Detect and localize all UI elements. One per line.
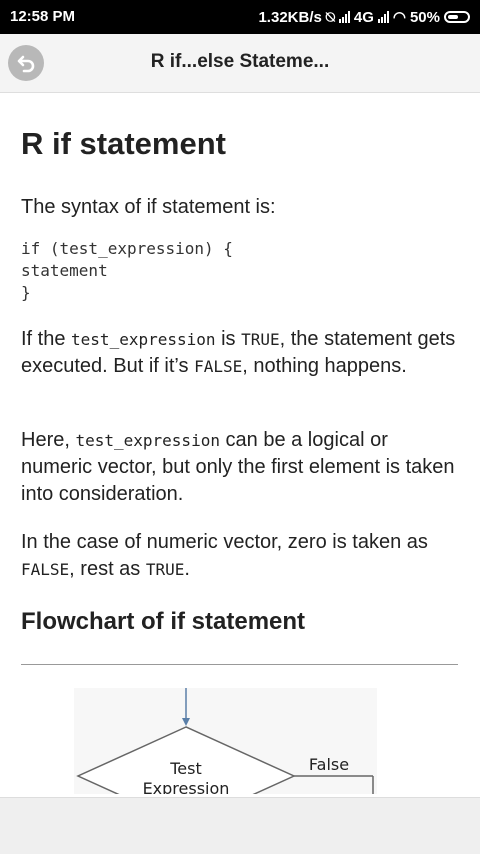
paragraph-1: If the test_expression is TRUE, the stat… (21, 328, 456, 377)
flowchart-test-label: Test (169, 759, 202, 778)
flowchart-heading: Flowchart of if statement (21, 608, 306, 635)
alarm-muted-icon: ⍉ (325, 8, 335, 26)
battery-icon (444, 11, 470, 23)
syntax-intro: The syntax of if statement is: (21, 196, 276, 218)
paragraph-3: In the case of numeric vector, zero is t… (21, 531, 428, 580)
paragraph-2: Here, test_expression can be a logical o… (21, 429, 455, 505)
code-block: if (test_expression) { statement } (21, 238, 233, 304)
code-line: statement (21, 261, 108, 280)
flowchart-false-label: False (309, 755, 349, 774)
status-time: 12:58 PM (10, 8, 76, 25)
inline-code: TRUE (241, 330, 280, 349)
inline-code: test_expression (71, 330, 216, 349)
divider (21, 664, 458, 665)
flowchart-expression-label: Expression (143, 779, 230, 794)
page-title: R if...else Stateme... (150, 51, 330, 72)
signal-icon-2 (377, 11, 389, 23)
bottom-bar (0, 797, 480, 854)
status-indicators: 1.32KB/s ⍉ 4G ◠ 50% (258, 8, 470, 26)
status-bar: 12:58 PM 1.32KB/s ⍉ 4G ◠ 50% (0, 0, 480, 34)
battery-percent: 50% (409, 8, 440, 26)
network-speed: 1.32KB/s (258, 8, 322, 26)
article-heading: R if statement (21, 126, 226, 161)
code-line: if (test_expression) { (21, 239, 233, 258)
signal-icon (338, 11, 350, 23)
inline-code: test_expression (75, 431, 220, 450)
code-line: } (21, 283, 31, 302)
flowchart-svg: Test Expression False (76, 688, 374, 826)
wifi-icon: ◠ (392, 9, 406, 26)
flowchart-image: Test Expression False (74, 688, 377, 826)
inline-code: FALSE (21, 560, 70, 579)
inline-code: FALSE (194, 357, 243, 376)
app-bar: R if...else Stateme... (0, 34, 480, 93)
network-type: 4G (353, 8, 374, 26)
inline-code: TRUE (145, 560, 185, 579)
